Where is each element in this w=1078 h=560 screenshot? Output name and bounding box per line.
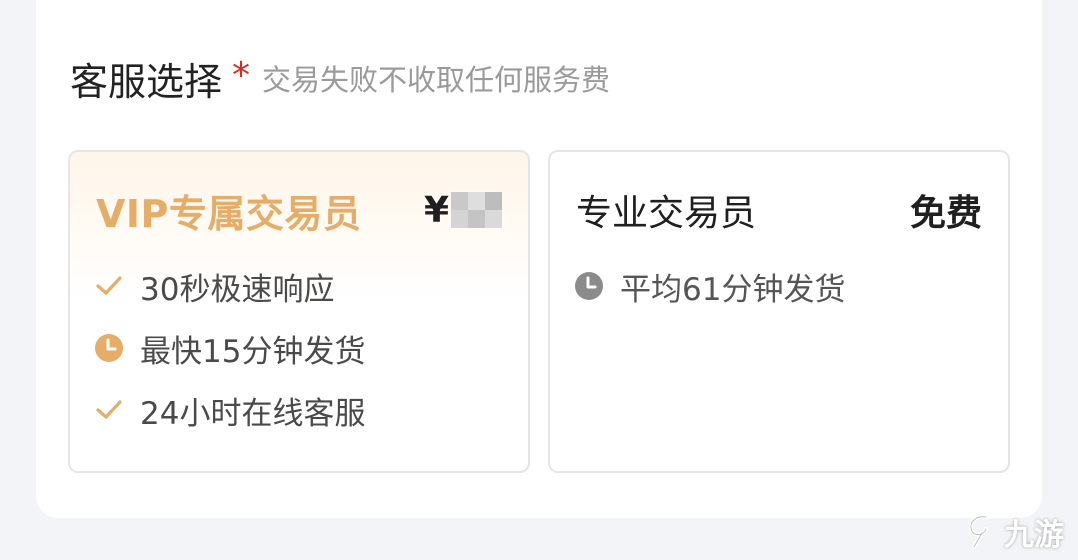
jiuyou-logo-icon bbox=[969, 514, 988, 549]
pro-card-title: 专业交易员 bbox=[576, 193, 757, 234]
vip-trader-option-card[interactable]: VIP专属交易员 ¥ 30秒极速响应 最快15分钟发货 24小时在线客服 bbox=[68, 150, 530, 473]
section-heading: 客服选择 * 交易失败不收取任何服务费 bbox=[70, 50, 610, 106]
required-mark: * bbox=[232, 54, 251, 96]
section-hint: 交易失败不收取任何服务费 bbox=[262, 63, 611, 97]
pro-feature-item: 平均61分钟发货 bbox=[574, 264, 845, 308]
vip-feature-item: 30秒极速响应 bbox=[94, 264, 334, 308]
check-icon bbox=[94, 395, 124, 425]
pro-card-header: 专业交易员 免费 bbox=[576, 182, 982, 238]
pro-trader-option-card[interactable]: 专业交易员 免费 平均61分钟发货 bbox=[548, 150, 1010, 473]
vip-feature-text: 24小时在线客服 bbox=[140, 395, 366, 432]
vip-feature-text: 30秒极速响应 bbox=[140, 271, 335, 308]
pro-feature-text: 平均61分钟发货 bbox=[620, 271, 846, 308]
vip-price: ¥ bbox=[424, 190, 502, 231]
vip-card-title: VIP专属交易员 bbox=[96, 191, 362, 236]
vip-feature-text: 最快15分钟发货 bbox=[140, 333, 366, 370]
watermark: 九游 bbox=[960, 510, 1064, 554]
clock-icon bbox=[94, 333, 124, 363]
clock-icon bbox=[574, 271, 604, 301]
pro-price: 免费 bbox=[909, 193, 982, 234]
page: 客服选择 * 交易失败不收取任何服务费 VIP专属交易员 ¥ 30秒极速响应 最… bbox=[0, 0, 1078, 560]
price-symbol: ¥ bbox=[423, 189, 449, 231]
check-icon bbox=[94, 271, 124, 301]
vip-card-header: VIP专属交易员 ¥ bbox=[96, 182, 502, 238]
vip-feature-item: 24小时在线客服 bbox=[94, 388, 365, 432]
vip-feature-item: 最快15分钟发货 bbox=[94, 326, 365, 370]
watermark-text: 九游 bbox=[1004, 518, 1064, 553]
section-title: 客服选择 bbox=[70, 59, 223, 104]
price-pixelated bbox=[451, 192, 502, 228]
